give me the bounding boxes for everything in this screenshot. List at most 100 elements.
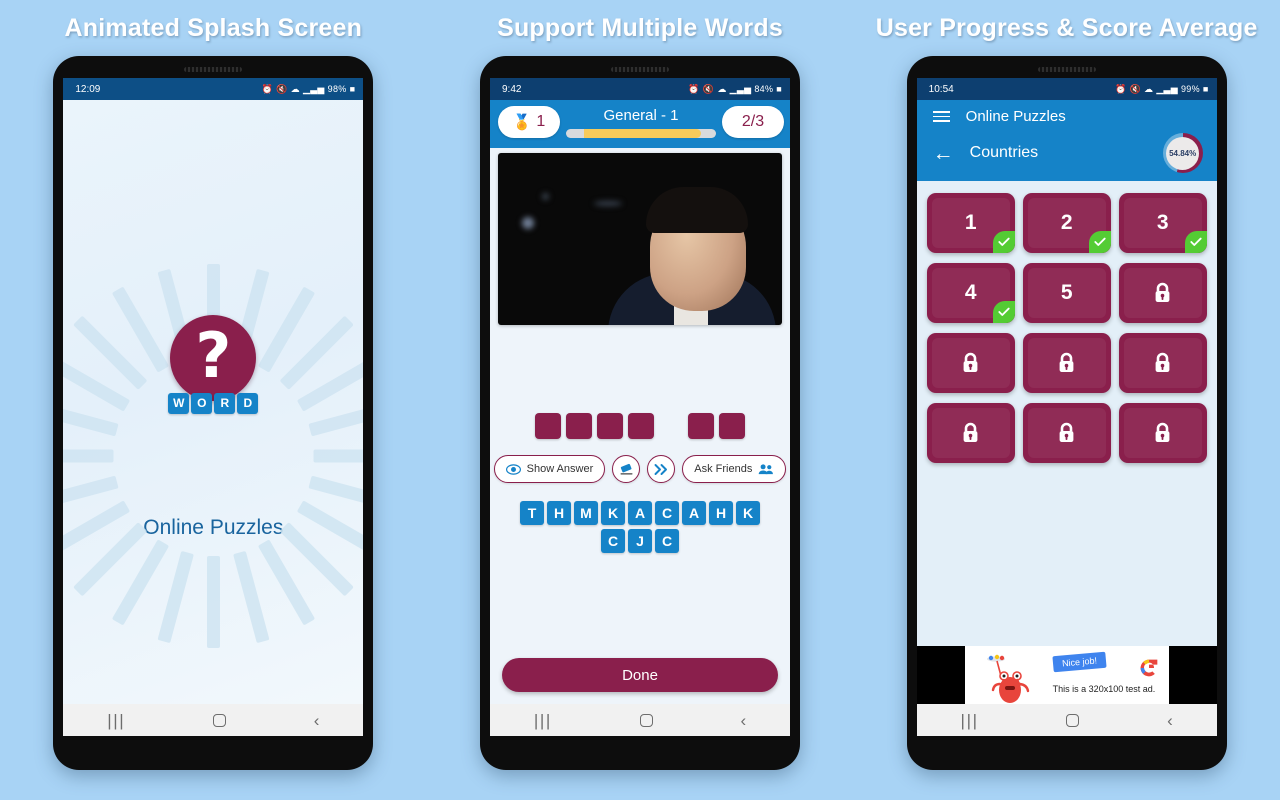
eraser-button[interactable]: [612, 455, 641, 483]
level-number: 1: [964, 211, 977, 234]
level-card[interactable]: 2: [1022, 193, 1111, 253]
skip-button[interactable]: [647, 455, 676, 483]
ad-body-text: This is a 320x100 test ad.: [1052, 684, 1156, 694]
recents-button[interactable]: |||: [107, 712, 125, 729]
letter-tile[interactable]: K: [601, 501, 625, 525]
completed-check-badge: [992, 301, 1015, 323]
recents-button[interactable]: |||: [534, 712, 552, 729]
level-number: 5: [1060, 281, 1073, 304]
back-arrow-icon[interactable]: ←: [933, 143, 954, 164]
ask-friends-label: Ask Friends: [694, 463, 753, 475]
answer-slot[interactable]: [597, 413, 623, 439]
letter-tile[interactable]: A: [682, 501, 706, 525]
comparison-stage: Animated Splash Screen 12:09 ⏰ 🔇 ☁ ▁▃▅ 9…: [0, 0, 1280, 800]
level-card-locked[interactable]: [1022, 403, 1111, 463]
status-icons: ⏰ 🔇 ☁ ▁▃▅ 98% ■: [262, 84, 356, 95]
puzzle-counter: 2/3: [722, 106, 784, 138]
alarm-icon: ⏰: [1114, 83, 1127, 94]
bokeh-light: [594, 201, 622, 206]
ad-flag-text: Nice job!: [1052, 651, 1107, 673]
word-tile-w: W: [168, 392, 190, 414]
status-bar: 9:42 ⏰ 🔇 ☁ ▁▃▅ 84% ■: [490, 78, 790, 100]
battery-icon: ■: [776, 84, 782, 94]
level-card[interactable]: 1: [926, 193, 1015, 253]
portrait-hair: [646, 187, 748, 233]
level-card[interactable]: 3: [1118, 193, 1207, 253]
phone-mockup-levels: 10:54 ⏰ 🔇 ☁ ▁▃▅ 99% ■ Online Puzzles ← C…: [906, 56, 1227, 770]
alarm-icon: ⏰: [261, 83, 274, 94]
level-card-locked[interactable]: [926, 403, 1015, 463]
home-button[interactable]: [639, 713, 653, 727]
skip-icon: [654, 463, 667, 475]
level-grid: 1 2 3 4 5: [917, 181, 1217, 646]
signal-icon: ▁▃▅: [302, 83, 325, 94]
level-card-locked[interactable]: [1118, 333, 1207, 393]
panel-game: Support Multiple Words 9:42 ⏰ 🔇 ☁ ▁▃▅ 84…: [427, 0, 854, 800]
phone-screen-game: 9:42 ⏰ 🔇 ☁ ▁▃▅ 84% ■ 🏅 1 General - 1 2/3…: [490, 78, 790, 736]
sunburst-ray: [63, 475, 119, 512]
signal-icon: ▁▃▅: [729, 83, 752, 94]
letter-tile[interactable]: H: [547, 501, 571, 525]
word-tile-o: O: [191, 392, 213, 414]
hamburger-menu-icon[interactable]: [932, 110, 950, 123]
people-icon: [759, 464, 774, 475]
level-card[interactable]: 4: [926, 263, 1015, 323]
done-button[interactable]: Done: [502, 658, 778, 692]
answer-slot[interactable]: [688, 413, 714, 439]
level-progress-group: General - 1: [566, 107, 716, 138]
letter-tile[interactable]: C: [601, 529, 625, 553]
status-icons: ⏰ 🔇 ☁ ▁▃▅ 99% ■: [1115, 84, 1209, 95]
app-name-label: Online Puzzles: [143, 516, 284, 539]
check-icon: [1190, 237, 1202, 246]
panel-splash: Animated Splash Screen 12:09 ⏰ 🔇 ☁ ▁▃▅ 9…: [0, 0, 427, 800]
level-card-locked[interactable]: [926, 333, 1015, 393]
letter-tile[interactable]: C: [655, 501, 679, 525]
battery-icon: ■: [349, 84, 356, 94]
status-time: 9:42: [502, 83, 522, 95]
sunburst-ray: [308, 475, 364, 512]
level-card-locked[interactable]: [1118, 403, 1207, 463]
recents-button[interactable]: |||: [961, 712, 979, 729]
word-tile-r: R: [214, 392, 236, 414]
battery-percent: 84%: [754, 84, 774, 94]
ad-banner[interactable]: Nice job! This is a 320x100 test ad.: [916, 646, 1217, 704]
letter-row-2: CJC: [601, 529, 679, 553]
back-button[interactable]: ‹: [740, 712, 746, 729]
letter-tile[interactable]: H: [709, 501, 733, 525]
letter-tile[interactable]: J: [628, 529, 652, 553]
lock-icon: [963, 422, 978, 442]
wifi-icon: ☁: [717, 83, 727, 94]
sunburst-ray: [313, 449, 364, 463]
letter-tile[interactable]: T: [520, 501, 544, 525]
letter-tile[interactable]: M: [574, 501, 598, 525]
level-card-locked[interactable]: [1118, 263, 1207, 323]
phone-speaker-grill: [611, 67, 669, 72]
letter-row-1: THMKACAHK: [520, 501, 760, 525]
back-button[interactable]: ‹: [1167, 712, 1173, 729]
game-content: 🏅 1 General - 1 2/3 Show Answer Ask Frie…: [490, 100, 790, 704]
home-button[interactable]: [1066, 713, 1080, 727]
completed-check-badge: [992, 231, 1015, 253]
answer-slot[interactable]: [628, 413, 654, 439]
show-answer-button[interactable]: Show Answer: [493, 455, 606, 483]
back-button[interactable]: ‹: [314, 712, 320, 729]
status-icons: ⏰ 🔇 ☁ ▁▃▅ 84% ■: [688, 84, 782, 95]
answer-slot[interactable]: [719, 413, 745, 439]
logo-core: ? W O R D: [168, 314, 259, 414]
coin-counter[interactable]: 🏅 1: [498, 106, 560, 138]
levels-app-bar: Online Puzzles ← Countries 54.84%: [916, 100, 1217, 181]
letter-tile[interactable]: A: [628, 501, 652, 525]
puzzle-image[interactable]: [498, 153, 782, 325]
answer-slot-rows: [490, 413, 790, 439]
answer-slot[interactable]: [535, 413, 561, 439]
level-card-locked[interactable]: [1022, 333, 1111, 393]
home-button[interactable]: [213, 713, 227, 727]
ask-friends-button[interactable]: Ask Friends: [682, 455, 787, 483]
phone-mockup-splash: 12:09 ⏰ 🔇 ☁ ▁▃▅ 98% ■ ? W O R D Online P…: [53, 56, 374, 770]
letter-tile[interactable]: C: [655, 529, 679, 553]
answer-slot[interactable]: [566, 413, 592, 439]
level-card[interactable]: 5: [1022, 263, 1111, 323]
letter-tile[interactable]: K: [736, 501, 760, 525]
status-bar: 10:54 ⏰ 🔇 ☁ ▁▃▅ 99% ■: [916, 78, 1217, 100]
level-progress-bar: [566, 128, 716, 138]
